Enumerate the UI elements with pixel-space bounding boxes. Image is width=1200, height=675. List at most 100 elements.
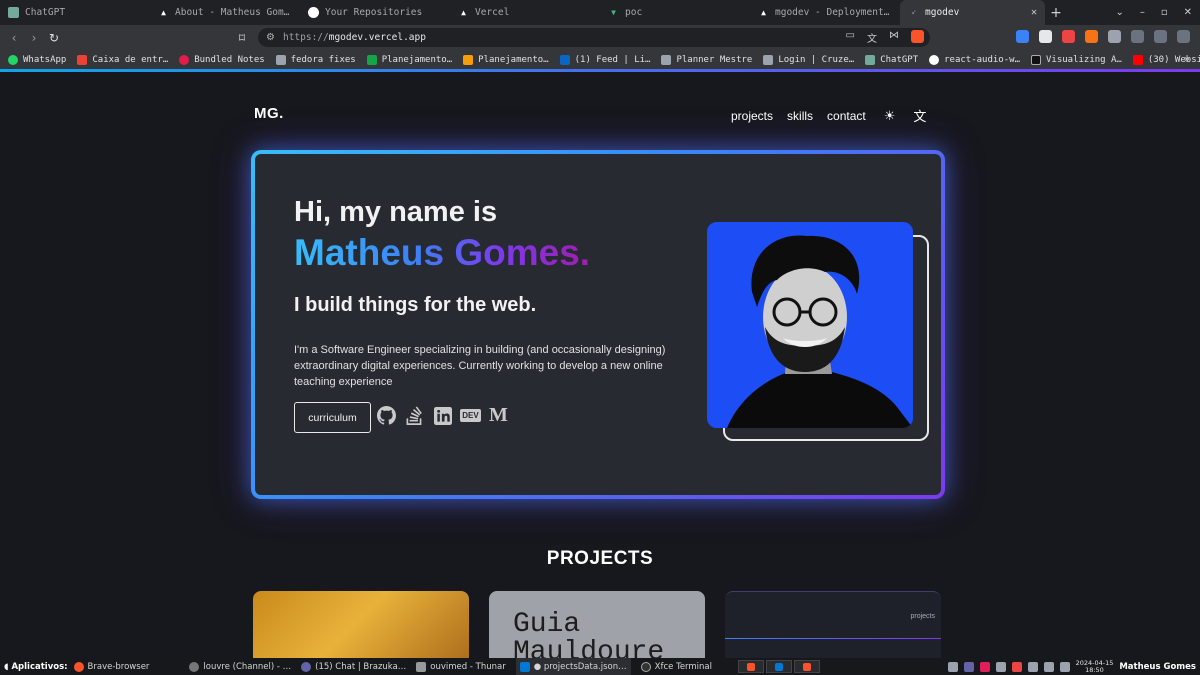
bookmark-icon[interactable]: ⌑ bbox=[232, 31, 252, 45]
translate-icon[interactable]: 文 bbox=[867, 30, 877, 45]
notifications-icon[interactable] bbox=[1059, 661, 1070, 672]
pencil-icon bbox=[661, 54, 672, 65]
bluetooth-icon[interactable] bbox=[1027, 661, 1038, 672]
tab-poc[interactable]: ▼ poc bbox=[600, 0, 750, 25]
github-icon bbox=[308, 7, 319, 18]
github-icon[interactable] bbox=[377, 406, 396, 425]
nav-skills[interactable]: skills bbox=[787, 109, 813, 123]
sun-icon[interactable]: ☀ bbox=[884, 108, 896, 124]
extension-shield-icon[interactable] bbox=[1016, 30, 1029, 43]
extension-youtube-icon[interactable] bbox=[1062, 30, 1075, 43]
menu-icon[interactable] bbox=[1177, 30, 1190, 43]
network-share-icon[interactable] bbox=[947, 661, 958, 672]
rocket-icon: ➶ bbox=[911, 8, 916, 17]
whatsapp-icon bbox=[8, 54, 18, 65]
taskbar-louvre[interactable]: louvre (Channel) - … bbox=[189, 661, 291, 672]
taskbar-brave[interactable]: Brave-browser bbox=[73, 661, 149, 672]
notes-icon bbox=[179, 54, 190, 65]
tab-about-matheus-gomes[interactable]: ▲ About - Matheus Gomes bbox=[150, 0, 300, 25]
close-window-icon[interactable]: ✕ bbox=[1184, 7, 1192, 18]
nav-projects[interactable]: projects bbox=[731, 109, 773, 123]
site-logo[interactable]: MG. bbox=[254, 105, 284, 122]
clock[interactable]: 2024-04-15 18:50 bbox=[1076, 659, 1114, 674]
new-tab-button[interactable]: + bbox=[1045, 5, 1067, 21]
address-bar[interactable]: ⚙ https://mgodev.vercel.app ▭ 文 ⋈ bbox=[258, 28, 930, 47]
bookmark-planejamento[interactable]: Planejamento… bbox=[463, 54, 549, 65]
workspace-switcher[interactable] bbox=[738, 660, 820, 673]
more-bookmarks-icon[interactable]: » bbox=[1184, 54, 1190, 65]
bookmark-visualizing[interactable]: Visualizing A… bbox=[1030, 54, 1122, 65]
bookmark-login-cruzeiro[interactable]: Login | Cruze… bbox=[763, 54, 854, 65]
curriculum-button[interactable]: curriculum bbox=[294, 402, 371, 433]
app-icon bbox=[189, 661, 200, 672]
chatgpt-icon bbox=[865, 54, 876, 65]
project-card-1[interactable] bbox=[253, 591, 469, 658]
tab-mgodev-deployment[interactable]: ▲ mgodev - Deployment Overview bbox=[750, 0, 900, 25]
gmail-icon bbox=[77, 54, 88, 65]
bookmark-whatsapp[interactable]: WhatsApp bbox=[8, 54, 66, 65]
tab-vercel[interactable]: ▲ Vercel bbox=[450, 0, 600, 25]
bookmark-planner-mestre[interactable]: Planner Mestre bbox=[661, 54, 752, 65]
brave-shields-icon[interactable] bbox=[911, 30, 924, 43]
workspace-3[interactable] bbox=[794, 660, 820, 673]
bookmark-linkedin-feed[interactable]: (1) Feed | Li… bbox=[559, 54, 650, 65]
extension-percent-icon[interactable] bbox=[1085, 30, 1098, 43]
steam-icon[interactable] bbox=[995, 661, 1006, 672]
site-settings-icon[interactable]: ⚙ bbox=[266, 32, 275, 43]
sheets-icon bbox=[366, 54, 377, 65]
minimize-icon[interactable]: – bbox=[1140, 7, 1145, 18]
close-tab-icon[interactable]: ✕ bbox=[1031, 7, 1037, 18]
vercel-icon: ▲ bbox=[761, 8, 766, 17]
dev-icon bbox=[1030, 54, 1041, 65]
slack-icon[interactable] bbox=[979, 661, 990, 672]
project-card-3[interactable]: projects bbox=[725, 591, 941, 658]
tray-app-icon[interactable] bbox=[1011, 661, 1022, 672]
volume-icon[interactable] bbox=[1043, 661, 1054, 672]
forward-icon[interactable]: › bbox=[24, 31, 44, 45]
vercel-icon: ▲ bbox=[161, 8, 166, 17]
bookmark-react-audio[interactable]: react-audio-w… bbox=[929, 54, 1020, 65]
github-icon bbox=[929, 54, 940, 65]
system-tray: 2024-04-15 18:50 Matheus Gomes bbox=[947, 658, 1196, 675]
taskbar-thunar[interactable]: ouvimed - Thunar bbox=[416, 661, 506, 672]
browser-tab-strip: ChatGPT ▲ About - Matheus Gomes Your Rep… bbox=[0, 0, 1200, 25]
extension-window-icon[interactable] bbox=[1039, 30, 1052, 43]
linkedin-icon[interactable] bbox=[433, 406, 452, 425]
tab-list-chevron-icon[interactable]: ⌄ bbox=[1115, 7, 1123, 18]
taskbar-chat[interactable]: (15) Chat | Brazuka… bbox=[301, 661, 406, 672]
bookmark-gmail[interactable]: Caixa de entr… bbox=[77, 54, 168, 65]
reload-icon[interactable]: ↻ bbox=[44, 31, 64, 45]
download-icon[interactable] bbox=[1154, 30, 1167, 43]
tab-mgodev[interactable]: ➶ mgodev ✕ bbox=[900, 0, 1045, 25]
stackoverflow-icon[interactable] bbox=[405, 406, 424, 425]
cast-icon[interactable]: ▭ bbox=[846, 30, 855, 45]
restore-icon[interactable]: ▫ bbox=[1161, 7, 1168, 18]
terminal-icon bbox=[640, 661, 651, 672]
browser-toolbar: ‹ › ↻ ⌑ ⚙ https://mgodev.vercel.app ▭ 文 … bbox=[0, 25, 1200, 50]
tab-chatgpt[interactable]: ChatGPT bbox=[0, 0, 150, 25]
applications-menu[interactable]: ◖ Aplicativos: bbox=[4, 662, 68, 672]
bookmark-bundled-notes[interactable]: Bundled Notes bbox=[179, 54, 265, 65]
project-card-2[interactable]: Guia Mauldoure bbox=[489, 591, 705, 658]
dev-icon[interactable]: DEV bbox=[460, 406, 481, 425]
taskbar-vscode[interactable]: ● projectsData.json… bbox=[515, 658, 631, 675]
taskbar-terminal[interactable]: Xfce Terminal bbox=[640, 661, 712, 672]
media-icon[interactable] bbox=[1131, 30, 1144, 43]
folder-icon bbox=[275, 54, 286, 65]
user-menu[interactable]: Matheus Gomes bbox=[1119, 662, 1196, 672]
bookmark-fedora-fixes[interactable]: fedora fixes bbox=[275, 54, 356, 65]
bookmark-planejamento-sheets[interactable]: Planejamento… bbox=[366, 54, 452, 65]
workspace-1[interactable] bbox=[738, 660, 764, 673]
teams-tray-icon[interactable] bbox=[963, 661, 974, 672]
medium-icon[interactable]: M bbox=[489, 404, 508, 426]
hero-card: Hi, my name is Matheus Gomes. I build th… bbox=[251, 150, 945, 499]
extensions-puzzle-icon[interactable] bbox=[1108, 30, 1121, 43]
share-icon[interactable]: ⋈ bbox=[889, 30, 899, 45]
translate-icon[interactable]: 文 bbox=[913, 106, 926, 125]
bookmark-chatgpt[interactable]: ChatGPT bbox=[865, 54, 918, 65]
workspace-2[interactable] bbox=[766, 660, 792, 673]
tab-your-repositories[interactable]: Your Repositories bbox=[300, 0, 450, 25]
address-bar-actions: ▭ 文 ⋈ bbox=[846, 30, 924, 45]
back-icon[interactable]: ‹ bbox=[4, 31, 24, 45]
nav-contact[interactable]: contact bbox=[827, 109, 866, 123]
